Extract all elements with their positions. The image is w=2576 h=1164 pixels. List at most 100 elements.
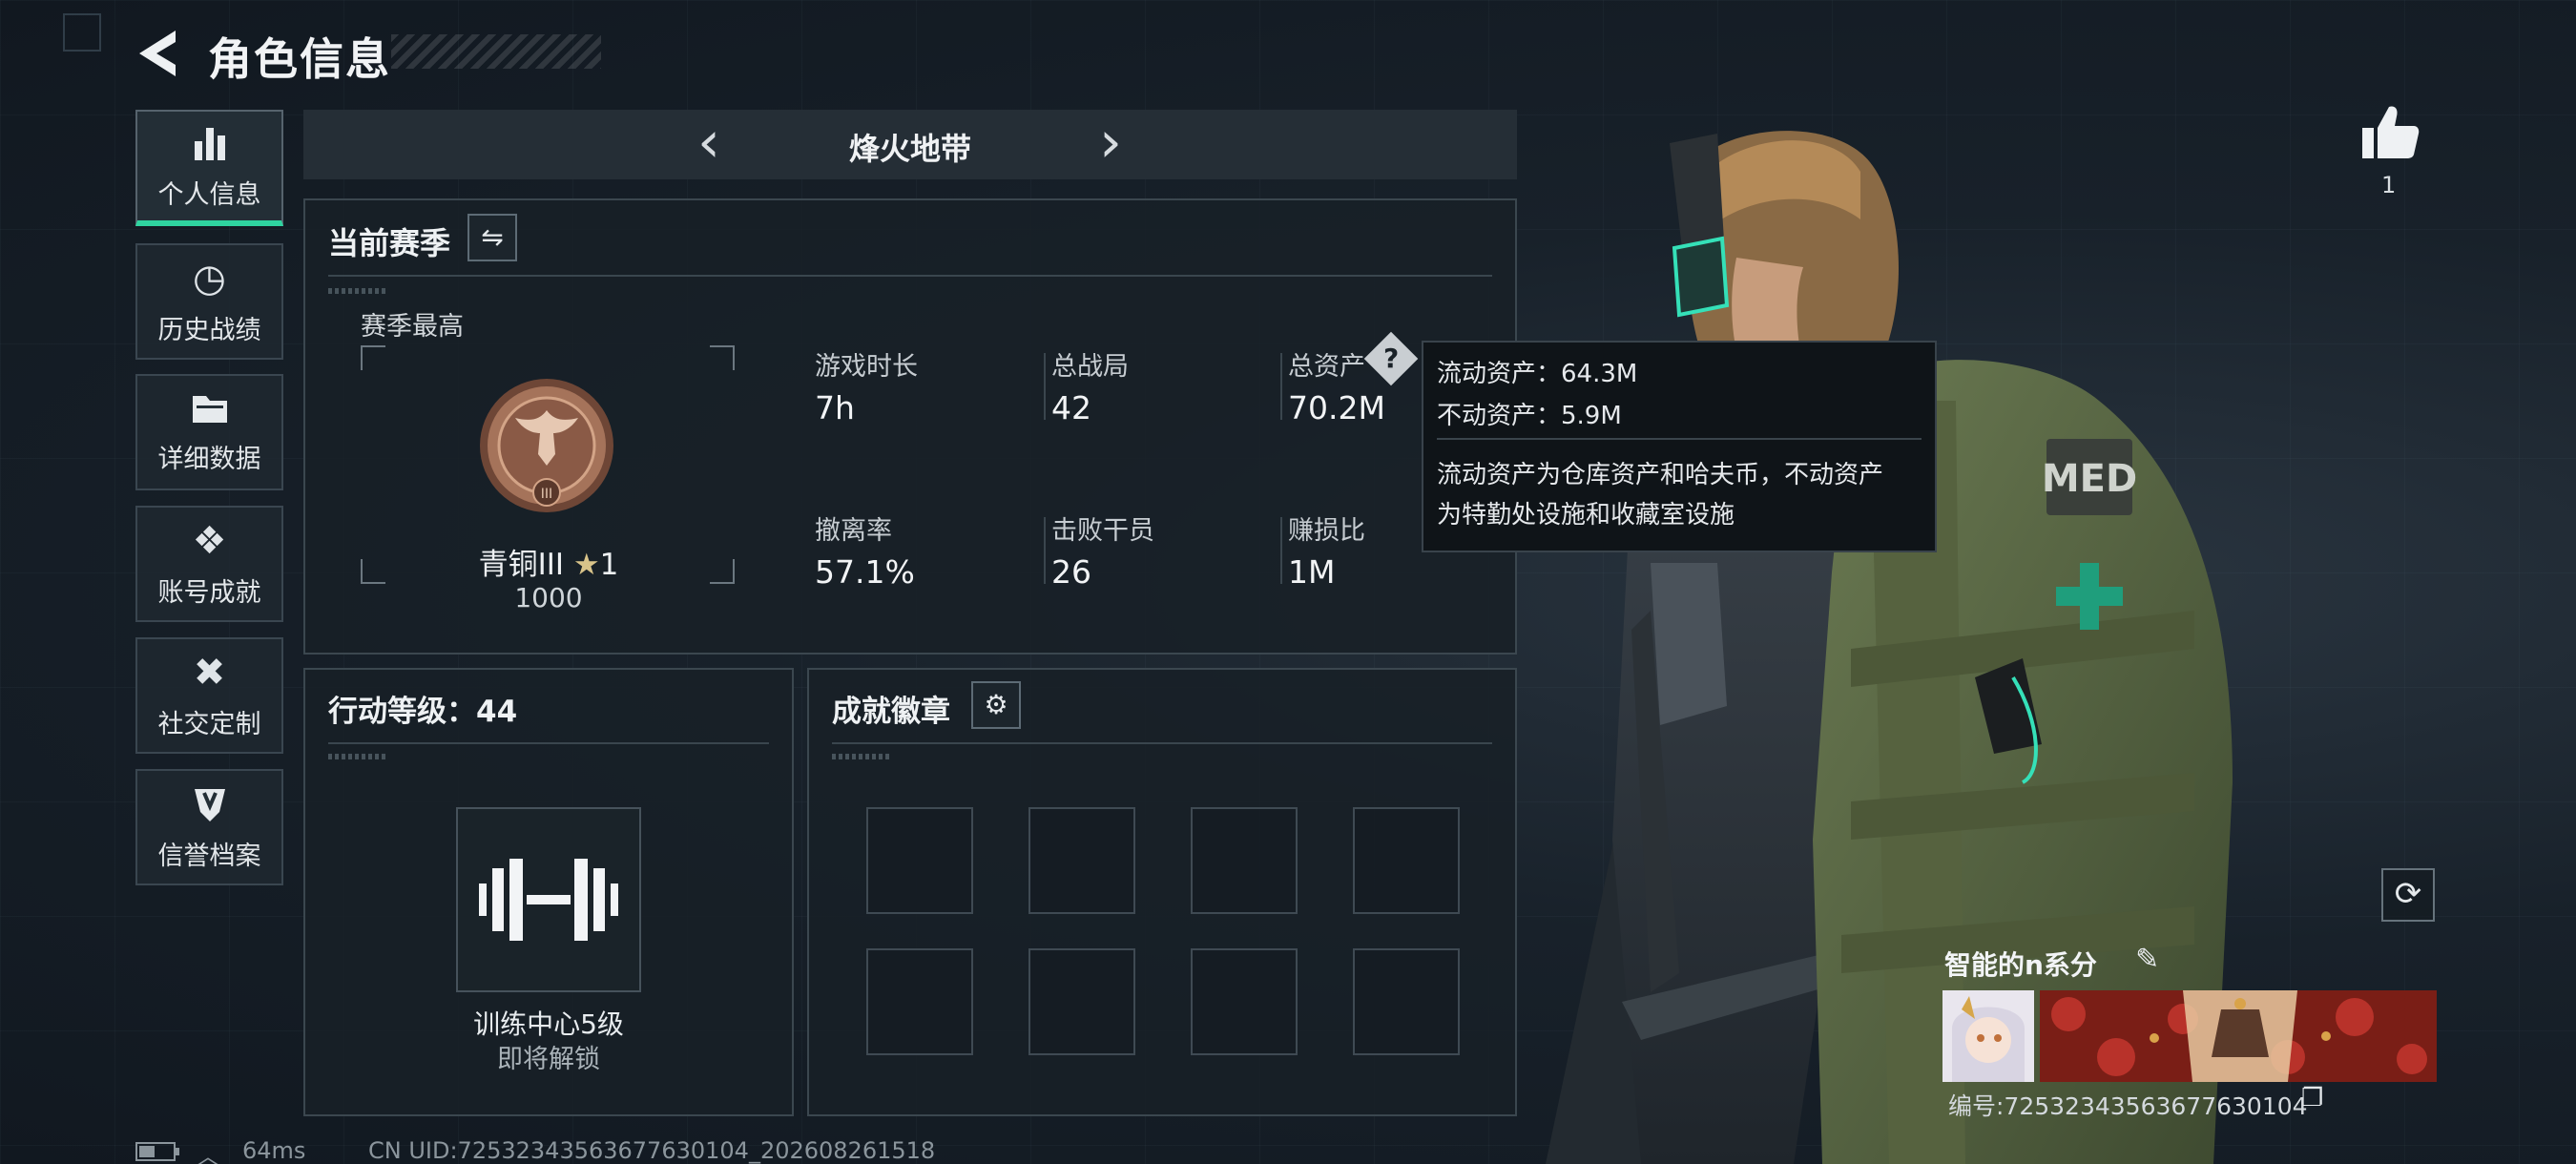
stat-label-playtime: 游戏时长 xyxy=(815,352,918,382)
player-banner xyxy=(2040,990,2437,1082)
svg-text:III: III xyxy=(541,487,552,502)
line-decoration xyxy=(328,288,385,294)
sidebar-item-profile[interactable]: 个人信息 xyxy=(135,110,283,226)
sidebar-item-label: 信誉档案 xyxy=(157,841,261,871)
mode-title: 烽火地带 xyxy=(848,131,971,167)
stat-value-matches: 42 xyxy=(1051,389,1091,426)
badge-slot[interactable] xyxy=(1353,948,1460,1055)
thumbs-up-icon xyxy=(2362,106,2420,158)
divider xyxy=(832,742,1492,744)
divider xyxy=(1437,438,1922,440)
badge-slot[interactable] xyxy=(1191,807,1298,914)
tooltip-desc-line1: 流动资产为仓库资产和哈夫币，不动资产 xyxy=(1437,461,1884,489)
sidebar-item-reputation[interactable]: 信誉档案 xyxy=(135,769,283,885)
tooltip-desc-line2: 为特勤处设施和收藏室设施 xyxy=(1437,501,1735,530)
sidebar-item-achievements[interactable]: ❖ 账号成就 xyxy=(135,506,283,622)
avatar[interactable] xyxy=(1942,990,2034,1082)
badge-slot[interactable] xyxy=(1191,948,1298,1055)
title-decoration xyxy=(391,34,601,69)
level-title: 行动等级：44 xyxy=(328,695,518,729)
wifi-icon: ︿ xyxy=(197,1143,219,1164)
gear-icon: ⚙ xyxy=(984,689,1008,720)
tooltip-fixed: 不动资产：5.9M xyxy=(1437,402,1622,430)
player-uid: 编号:7253234356367763010​4 xyxy=(1948,1092,2308,1120)
sidebar-item-history[interactable]: ◷ 历史战绩 xyxy=(135,243,283,360)
shield-icon xyxy=(194,788,225,821)
stat-label-assets: 总资产 xyxy=(1288,352,1365,382)
sidebar-item-label: 历史战绩 xyxy=(157,315,261,345)
copy-icon[interactable]: ❐ xyxy=(2301,1084,2323,1112)
next-mode-button[interactable]: › xyxy=(1091,114,1130,173)
medal-title: 成就徽章 xyxy=(832,695,950,729)
badge-slot[interactable] xyxy=(866,948,973,1055)
medal-panel: 成就徽章 ⚙ xyxy=(807,668,1517,1116)
stat-value-playtime: 7h xyxy=(815,389,855,426)
level-panel: 行动等级：44 训练中心5级 即将解锁 xyxy=(303,668,794,1116)
badge-slot[interactable] xyxy=(1028,807,1135,914)
bronze-rank-emblem-icon: III xyxy=(480,379,613,512)
stat-divider xyxy=(1280,353,1282,420)
like-count: 1 xyxy=(2381,172,2397,198)
divider xyxy=(328,275,1492,277)
stat-value-kills: 26 xyxy=(1051,553,1091,591)
badge-slot[interactable] xyxy=(866,807,973,914)
unlock-status: 即将解锁 xyxy=(497,1045,600,1074)
rotate-model-button[interactable]: ⟳ xyxy=(2381,868,2435,922)
stat-label-kills: 击败干员 xyxy=(1051,516,1154,546)
swap-icon: ⇋ xyxy=(481,221,504,253)
unlock-icon-box xyxy=(456,807,641,992)
stat-value-profit-ratio: 1M xyxy=(1288,553,1336,591)
folder-icon xyxy=(192,395,227,423)
stat-label-extract-rate: 撤离率 xyxy=(815,516,892,546)
stat-label-profit-ratio: 赚损比 xyxy=(1288,516,1365,546)
rank-points: 1000 xyxy=(514,582,583,613)
switch-season-button[interactable]: ⇋ xyxy=(467,214,517,261)
dumbbell-icon xyxy=(479,859,618,941)
back-arrow-icon xyxy=(139,31,176,76)
back-button[interactable] xyxy=(134,27,181,80)
tools-icon: ✖ xyxy=(193,650,226,695)
sidebar-item-social[interactable]: ✖ 社交定制 xyxy=(135,637,283,754)
tooltip-liquid: 流动资产：64.3M xyxy=(1437,360,1638,388)
badge-slot[interactable] xyxy=(1353,807,1460,914)
stat-divider xyxy=(1280,517,1282,584)
line-decoration xyxy=(328,754,385,759)
history-icon: ◷ xyxy=(193,256,226,301)
like-button[interactable] xyxy=(2357,99,2423,166)
assets-tooltip: 流动资产：64.3M 不动资产：5.9M 流动资产为仓库资产和哈夫币，不动资产 … xyxy=(1422,341,1937,552)
medal-settings-button[interactable]: ⚙ xyxy=(971,681,1021,729)
sidebar-item-details[interactable]: 详细数据 xyxy=(135,374,283,490)
mode-switcher: ‹ 烽火地带 › xyxy=(303,110,1517,179)
sidebar-item-label: 社交定制 xyxy=(157,709,261,739)
season-best-label: 赛季最高 xyxy=(361,312,464,342)
ping-text: 64ms xyxy=(242,1137,306,1164)
rank-name-row: 青铜III ★1 xyxy=(439,540,658,583)
refresh-icon: ⟳ xyxy=(2394,875,2422,913)
uid-line: CN UID:72532343563677630104_202608261518 xyxy=(368,1137,936,1164)
rank-stars: 1 xyxy=(599,548,619,582)
star-icon: ★ xyxy=(572,548,600,582)
corner-decoration xyxy=(63,13,101,52)
unlock-name: 训练中心5级 xyxy=(473,1008,624,1040)
question-icon: ? xyxy=(1382,343,1400,374)
edit-name-icon[interactable]: ✎ xyxy=(2135,943,2159,976)
player-card: 智能的n系分 ✎ 编号:7253234356367763010​4 ❐ xyxy=(1939,943,2437,1126)
season-title: 当前赛季 xyxy=(328,225,451,261)
player-name: 智能的n系分 xyxy=(1944,949,2097,981)
line-decoration xyxy=(832,754,889,759)
badge-slot[interactable] xyxy=(1028,948,1135,1055)
stat-divider xyxy=(1044,517,1046,584)
sidebar-item-label: 个人信息 xyxy=(157,179,261,210)
stat-label-matches: 总战局 xyxy=(1051,352,1129,382)
battery-icon xyxy=(135,1142,179,1161)
divider xyxy=(328,742,769,744)
achievement-icon: ❖ xyxy=(192,518,227,563)
sidebar-item-label: 账号成就 xyxy=(157,577,261,608)
bar-chart-icon xyxy=(194,127,225,160)
sidebar-item-label: 详细数据 xyxy=(157,444,261,474)
stat-value-extract-rate: 57.1% xyxy=(815,553,915,591)
rank-name: 青铜III xyxy=(478,548,565,582)
stat-divider xyxy=(1044,353,1046,420)
page-title: 角色信息 xyxy=(208,33,391,85)
stat-value-assets: 70.2M xyxy=(1288,389,1385,426)
